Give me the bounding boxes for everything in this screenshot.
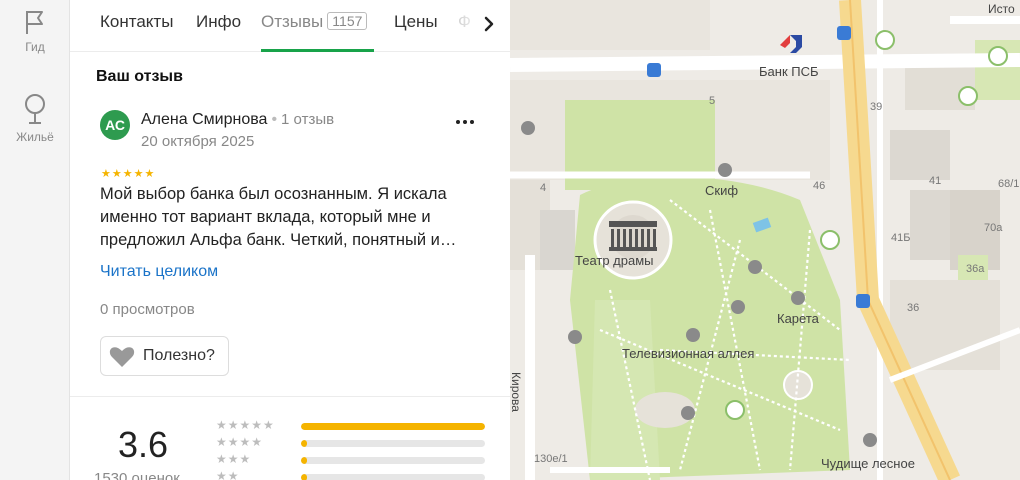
avatar[interactable]: АС [100, 110, 130, 140]
kareta-label[interactable]: Карета [777, 311, 819, 326]
house-number: 36а [966, 263, 985, 275]
more-options-icon[interactable] [453, 114, 477, 130]
read-more-link[interactable]: Читать целиком [100, 263, 218, 281]
distribution-bar [301, 440, 485, 447]
house-number: 41Б [891, 232, 911, 244]
left-rail: Гид Жильё [0, 0, 70, 480]
distribution-stars: ★★★ [216, 452, 252, 466]
separator-dot: • [271, 111, 278, 128]
flag-icon [26, 11, 43, 34]
distribution-stars: ★★ [216, 469, 240, 480]
guide-nav-item[interactable]: Гид [0, 8, 70, 54]
distribution-bar-fill [301, 474, 307, 480]
guide-label: Гид [25, 40, 45, 54]
kirova-street-label: Кирова [510, 372, 523, 412]
bank-psb-label[interactable]: Банк ПСБ [759, 64, 819, 79]
views-count: 0 просмотров [100, 301, 195, 318]
active-tab-indicator [261, 49, 374, 52]
useful-label: Полезно? [143, 347, 215, 364]
house-number: 130е/1 [534, 453, 568, 465]
tab-prices[interactable]: Цены [394, 12, 438, 32]
theatre-label[interactable]: Театр драмы [575, 253, 654, 268]
your-review-title: Ваш отзыв [96, 68, 183, 85]
average-rating: 3.6 [118, 424, 169, 465]
skif-label[interactable]: Скиф [705, 183, 738, 198]
house-number: 5 [709, 95, 716, 107]
distribution-bar [301, 474, 485, 480]
author-name[interactable]: Алена Смирнова [141, 111, 267, 128]
distribution-bar-fill [301, 423, 485, 430]
tab-contacts[interactable]: Контакты [100, 12, 173, 32]
house-number: 41 [929, 175, 942, 187]
tab-bar: Контакты Инфо Отзывы1157 Цены Ф [70, 0, 510, 52]
ratings-count: 1530 оценок [94, 470, 180, 480]
house-number: 36 [907, 302, 920, 314]
divider [70, 396, 510, 397]
tree-house-icon [25, 94, 45, 124]
distribution-bar [301, 423, 485, 430]
house-number: 70а [984, 222, 1003, 234]
heart-icon [109, 347, 135, 367]
review-text: Мой выбор банка был осознанным. Я искала… [100, 185, 457, 249]
review-date: 20 октября 2025 [141, 133, 255, 150]
house-number: 68/1 [998, 178, 1020, 190]
reviews-count-badge: 1157 [327, 12, 368, 30]
tv-alley-label: Телевизионная аллея [622, 346, 755, 361]
house-number: 39 [870, 101, 883, 113]
chevron-right-icon[interactable] [478, 12, 500, 36]
distribution-stars: ★★★★ [216, 435, 264, 449]
house-number: 46 [813, 180, 826, 192]
distribution-bar [301, 457, 485, 464]
tab-reviews-label: Отзывы [261, 12, 324, 31]
org-panel: Контакты Инфо Отзывы1157 Цены Ф Ваш отзы… [70, 0, 510, 480]
isto-label: Исто [988, 2, 1015, 16]
useful-button[interactable]: Полезно? [100, 336, 229, 376]
map-view[interactable]: Банк ПСБ Театр драмы Скиф Телевизионная … [510, 0, 1020, 480]
tab-info[interactable]: Инфо [196, 12, 241, 32]
tab-reviews[interactable]: Отзывы 1157 [261, 12, 368, 32]
review-author: Алена Смирнова • 1 отзыв [141, 111, 334, 129]
chudishe-label[interactable]: Чудище лесное [821, 456, 915, 471]
distribution-bar-fill [301, 440, 307, 447]
distribution-bar-fill [301, 457, 307, 464]
housing-nav-item[interactable]: Жильё [0, 92, 70, 144]
distribution-stars: ★★★★★ [216, 418, 275, 432]
review-stars: ★★★★★ [101, 168, 156, 180]
house-number: 4 [540, 182, 547, 194]
author-review-count: 1 отзыв [281, 111, 335, 128]
housing-label: Жильё [16, 130, 54, 144]
